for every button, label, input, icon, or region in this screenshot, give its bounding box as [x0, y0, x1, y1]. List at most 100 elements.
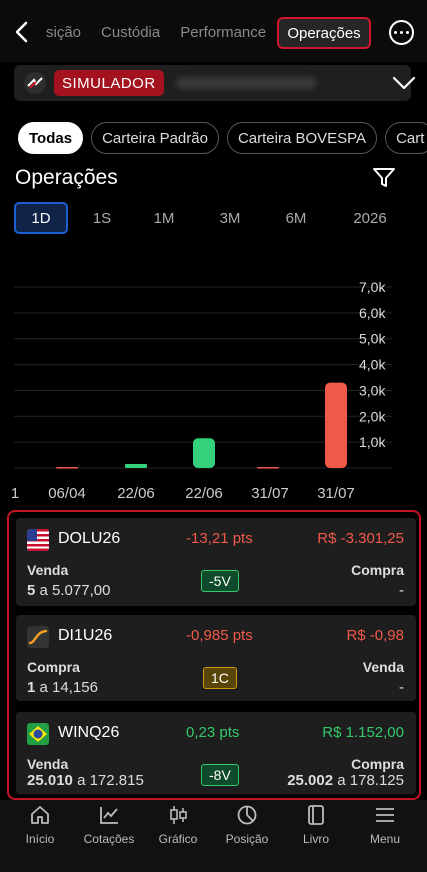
y-tick-label: 1,0k — [359, 434, 386, 450]
left-quantity-price: 25.010 a 172.815 — [27, 772, 144, 789]
tab-operacoes[interactable]: Operações — [277, 17, 371, 49]
back-arrow-icon[interactable] — [12, 20, 32, 44]
nav-label: Cotações — [83, 832, 135, 846]
x-tick-label: 31/07 — [317, 485, 355, 502]
nav-posicao[interactable]: Posição — [212, 800, 282, 860]
left-quantity-price: 1 a 14,156 — [27, 679, 98, 696]
operation-value: R$ -0,98 — [346, 627, 404, 644]
y-tick-label: 2,0k — [359, 408, 386, 424]
account-selector[interactable]: SIMULADOR — [14, 65, 416, 101]
portfolio-chips: Todas Carteira Padrão Carteira BOVESPA C… — [18, 122, 427, 154]
tabs-strip: sição Custódia Performance — [46, 16, 286, 48]
br-flag-icon — [27, 723, 49, 745]
chevron-down-icon[interactable] — [392, 75, 416, 91]
chart-bar[interactable] — [125, 464, 147, 468]
y-tick-label: 3,0k — [359, 382, 386, 398]
left-quantity-price: 5 a 5.077,00 — [27, 582, 110, 599]
more-options-icon[interactable] — [389, 20, 414, 45]
left-side-label: Venda — [27, 562, 69, 578]
left-at: a — [77, 772, 86, 789]
nav-grafico[interactable]: Gráfico — [143, 800, 213, 860]
chip-cart[interactable]: Cart — [385, 122, 427, 154]
right-price: 178.125 — [349, 772, 404, 789]
left-price: 14,156 — [52, 679, 98, 696]
left-at: a — [39, 679, 48, 696]
simulator-badge: SIMULADOR — [54, 70, 164, 96]
y-tick-label: 4,0k — [359, 357, 386, 373]
nav-label: Posição — [225, 832, 269, 846]
page-title: Operações — [15, 166, 118, 189]
period-6m[interactable]: 6M — [276, 202, 316, 234]
right-side-label: Compra — [351, 756, 404, 772]
di-rate-icon — [27, 626, 49, 648]
tab-performance[interactable]: Performance — [180, 24, 266, 41]
top-tab-bar: sição Custódia Performance Operações — [0, 0, 427, 62]
left-price: 5.077,00 — [52, 582, 111, 599]
nav-label: Menu — [369, 832, 401, 846]
us-flag-icon — [27, 529, 49, 551]
operation-points: -0,985 pts — [186, 627, 253, 644]
home-icon — [31, 806, 49, 824]
nav-livro[interactable]: Livro — [281, 800, 351, 860]
nav-inicio[interactable]: Início — [5, 800, 75, 860]
operation-value: R$ -3.301,25 — [317, 530, 404, 547]
left-quantity: 1 — [27, 679, 36, 696]
x-tick-label: 06/04 — [48, 485, 86, 502]
chart-bar[interactable] — [56, 467, 78, 469]
bottom-navigation: Início Cotações Gráfico Posição Livro Me… — [0, 800, 427, 872]
period-selector: 1D 1S 1M 3M 6M 2026 — [14, 202, 414, 234]
menu-icon — [376, 808, 394, 822]
y-tick-label: 6,0k — [359, 305, 386, 321]
operation-symbol: DI1U26 — [58, 627, 113, 644]
period-1d[interactable]: 1D — [14, 202, 68, 234]
operation-card[interactable]: DI1U26 -0,985 pts R$ -0,98 Compra Venda … — [16, 615, 416, 701]
period-2026[interactable]: 2026 — [346, 202, 394, 234]
net-position-badge: -5V — [201, 570, 239, 592]
operations-chart: 1,0k 2,0k 3,0k 4,0k 5,0k 6,0k 7,0k 1 06/04 22/06 2… — [0, 250, 427, 510]
left-quantity: 5 — [27, 582, 36, 599]
right-quantity-price: 25.002 a 178.125 — [287, 772, 404, 789]
right-at: a — [337, 772, 346, 789]
right-price: - — [399, 679, 404, 696]
account-name-blurred — [176, 77, 316, 89]
chart-bar[interactable] — [193, 438, 215, 468]
tab-posicao[interactable]: sição — [46, 24, 81, 41]
operation-symbol: DOLU26 — [58, 530, 121, 547]
operations-list: DOLU26 -13,21 pts R$ -3.301,25 Venda Com… — [7, 510, 421, 800]
nav-cotacoes[interactable]: Cotações — [74, 800, 144, 860]
chip-carteira-bovespa[interactable]: Carteira BOVESPA — [226, 122, 378, 154]
chip-carteira-padrao[interactable]: Carteira Padrão — [91, 122, 219, 154]
period-3m[interactable]: 3M — [210, 202, 250, 234]
right-side-label: Compra — [351, 562, 404, 578]
right-price: - — [399, 582, 404, 599]
operation-card[interactable]: DOLU26 -13,21 pts R$ -3.301,25 Venda Com… — [16, 518, 416, 606]
quotes-icon — [100, 807, 118, 824]
filter-icon[interactable] — [372, 166, 396, 190]
operation-card[interactable]: WINQ26 0,23 pts R$ 1.152,00 Venda Compra… — [16, 712, 416, 794]
chart-bar[interactable] — [257, 467, 279, 469]
net-position-badge: -8V — [201, 764, 239, 786]
x-tick-label: 22/06 — [117, 485, 155, 502]
net-position-badge: 1C — [203, 667, 237, 689]
left-at: a — [39, 582, 48, 599]
period-1m[interactable]: 1M — [144, 202, 184, 234]
y-tick-label: 7,0k — [359, 279, 386, 295]
period-1s[interactable]: 1S — [82, 202, 122, 234]
candlestick-icon — [170, 806, 187, 824]
left-side-label: Compra — [27, 659, 80, 675]
nav-menu[interactable]: Menu — [350, 800, 420, 860]
x-tick-label: 1 — [11, 485, 19, 502]
chart-bar[interactable] — [325, 382, 347, 468]
chart-svg: 1,0k 2,0k 3,0k 4,0k 5,0k 6,0k 7,0k 1 06/04 22/06 2… — [11, 279, 392, 502]
tab-custodia[interactable]: Custódia — [101, 24, 160, 41]
operation-value: R$ 1.152,00 — [322, 724, 404, 741]
nav-label: Gráfico — [158, 832, 198, 846]
right-quantity-price: - — [399, 679, 404, 696]
operation-points: -13,21 pts — [186, 530, 253, 547]
left-quantity: 25.010 — [27, 772, 73, 789]
chip-todas[interactable]: Todas — [18, 122, 84, 154]
x-tick-label: 22/06 — [185, 485, 223, 502]
operation-symbol: WINQ26 — [58, 724, 120, 741]
y-tick-label: 5,0k — [359, 331, 386, 347]
right-quantity: 25.002 — [287, 772, 334, 789]
